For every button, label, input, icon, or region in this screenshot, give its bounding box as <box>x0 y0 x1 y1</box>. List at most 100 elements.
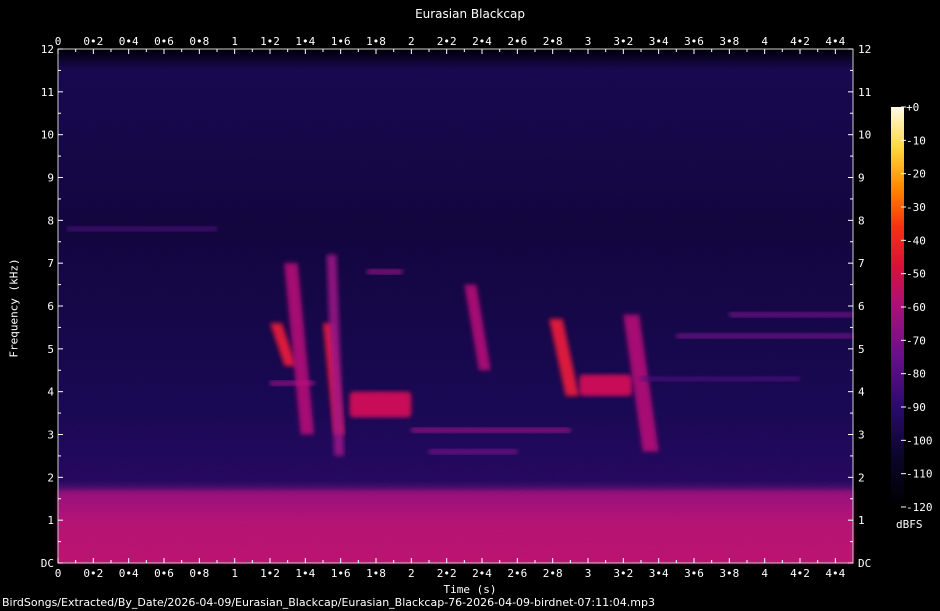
y-tick-label-right: 1 <box>858 514 865 527</box>
colorbar-tick-label: -10 <box>906 134 926 147</box>
x-tick-label-top: 1•2 <box>260 35 280 48</box>
x-tick-label-top: 3•2 <box>613 35 633 48</box>
x-tick-label-bottom: 0•6 <box>154 567 174 580</box>
x-tick-label-bottom: 3•8 <box>719 567 739 580</box>
y-tick-label-left: 9 <box>47 172 54 185</box>
x-tick-label-bottom: 1 <box>231 567 238 580</box>
x-tick-label-top: 4•2 <box>790 35 810 48</box>
x-tick-label-top: 3•4 <box>649 35 669 48</box>
tone-16 <box>729 312 853 318</box>
x-tick-label-bottom: 3•4 <box>649 567 669 580</box>
x-tick-label-bottom: 0•4 <box>119 567 139 580</box>
colorbar-tick-label: -110 <box>906 468 933 481</box>
x-tick-label-top: 2•6 <box>507 35 527 48</box>
y-tick-label-left: 7 <box>47 257 54 270</box>
y-tick-label-right: 12 <box>858 43 871 56</box>
colorbar-tick-label: -100 <box>906 434 933 447</box>
y-tick-label-left: 5 <box>47 343 54 356</box>
colorbar-tick-label: -30 <box>906 201 926 214</box>
y-tick-label-right: 7 <box>858 257 865 270</box>
colorbar-tick-label: -80 <box>906 368 926 381</box>
x-tick-label-bottom: 2•2 <box>437 567 457 580</box>
y-tick-label-right: 10 <box>858 129 871 142</box>
x-tick-label-top: 1•4 <box>295 35 315 48</box>
y-tick-label-left: 3 <box>47 429 54 442</box>
y-tick-label-left: 1 <box>47 514 54 527</box>
y-tick-label-left: 11 <box>41 86 54 99</box>
colorbar-tick-label: -50 <box>906 268 926 281</box>
x-tick-label-bottom: 3•6 <box>684 567 704 580</box>
x-tick-label-bottom: 2•6 <box>507 567 527 580</box>
tone-15 <box>676 333 853 339</box>
x-tick-label-top: 3•6 <box>684 35 704 48</box>
noise-band-0 <box>58 490 853 563</box>
y-tick-label-right: 5 <box>858 343 865 356</box>
x-tick-label-top: 2•4 <box>472 35 492 48</box>
x-tick-label-bottom: 1•8 <box>366 567 386 580</box>
x-tick-label-bottom: 3•2 <box>613 567 633 580</box>
y-tick-label-left: 2 <box>47 471 54 484</box>
file-path-caption: BirdSongs/Extracted/By_Date/2026-04-09/E… <box>2 596 655 609</box>
y-axis-label: Frequency (kHz) <box>7 258 21 358</box>
tone-11 <box>429 449 518 455</box>
x-tick-label-top: 0•2 <box>83 35 103 48</box>
x-tick-label-bottom: 1•6 <box>331 567 351 580</box>
y-tick-label-left: 4 <box>47 386 54 399</box>
x-tick-label-bottom: 3 <box>585 567 592 580</box>
x-tick-label-bottom: 1•4 <box>295 567 315 580</box>
colorbar-tick-label: -120 <box>906 501 933 514</box>
tone-8 <box>367 269 403 275</box>
y-tick-label-right: 6 <box>858 300 865 313</box>
y-tick-label-left: 6 <box>47 300 54 313</box>
x-tick-label-bottom: 4•2 <box>790 567 810 580</box>
x-tick-label-top: 2•2 <box>437 35 457 48</box>
x-tick-label-bottom: 0 <box>55 567 62 580</box>
y-tick-label-right: 2 <box>858 471 865 484</box>
x-tick-label-top: 1 <box>231 35 238 48</box>
x-tick-label-top: 2•8 <box>543 35 563 48</box>
spectrogram-chart: 000•20•20•40•40•60•60•80•8111•21•21•41•4… <box>41 35 933 580</box>
colorbar-tick-label: -20 <box>906 168 926 181</box>
tone-17 <box>641 376 800 382</box>
call-blob-7 <box>349 391 412 418</box>
y-tick-label-left: 12 <box>41 43 54 56</box>
x-tick-label-bottom: 1•2 <box>260 567 280 580</box>
colorbar-tick-label: -40 <box>906 234 926 247</box>
y-tick-label-right: 4 <box>858 386 865 399</box>
call-blob-13 <box>579 374 633 396</box>
colorbar-tick-label: -90 <box>906 401 926 414</box>
x-tick-label-top: 0•8 <box>189 35 209 48</box>
tone-1 <box>66 226 217 232</box>
y-tick-label-right: 11 <box>858 86 871 99</box>
x-tick-label-bottom: 2•8 <box>543 567 563 580</box>
y-tick-label-right: 3 <box>858 429 865 442</box>
colorbar-tick-label: -70 <box>906 334 926 347</box>
x-axis-label: Time (s) <box>443 583 497 596</box>
spectrogram-noise-texture <box>58 49 853 563</box>
x-tick-label-top: 4•4 <box>825 35 845 48</box>
x-tick-label-bottom: 4•4 <box>825 567 845 580</box>
x-tick-label-top: 0•4 <box>119 35 139 48</box>
x-tick-label-top: 2 <box>408 35 415 48</box>
colorbar-tick-label: -60 <box>906 301 926 314</box>
y-tick-label-left: DC <box>41 557 54 570</box>
x-tick-label-bottom: 4 <box>761 567 768 580</box>
x-tick-label-bottom: 2•4 <box>472 567 492 580</box>
colorbar-tick-label: +0 <box>906 101 919 114</box>
x-tick-label-bottom: 2 <box>408 567 415 580</box>
x-tick-label-bottom: 0•8 <box>189 567 209 580</box>
colorbar-unit-label: dBFS <box>896 518 923 531</box>
x-tick-label-top: 3 <box>585 35 592 48</box>
y-tick-label-left: 10 <box>41 129 54 142</box>
x-tick-label-top: 1•8 <box>366 35 386 48</box>
x-tick-label-top: 0 <box>55 35 62 48</box>
x-tick-label-top: 4 <box>761 35 768 48</box>
y-tick-label-right: 8 <box>858 214 865 227</box>
x-tick-label-top: 0•6 <box>154 35 174 48</box>
x-tick-label-bottom: 0•2 <box>83 567 103 580</box>
x-tick-label-top: 1•6 <box>331 35 351 48</box>
tone-10 <box>411 427 571 433</box>
x-tick-label-top: 3•8 <box>719 35 739 48</box>
y-tick-label-right: 9 <box>858 172 865 185</box>
y-tick-label-left: 8 <box>47 214 54 227</box>
